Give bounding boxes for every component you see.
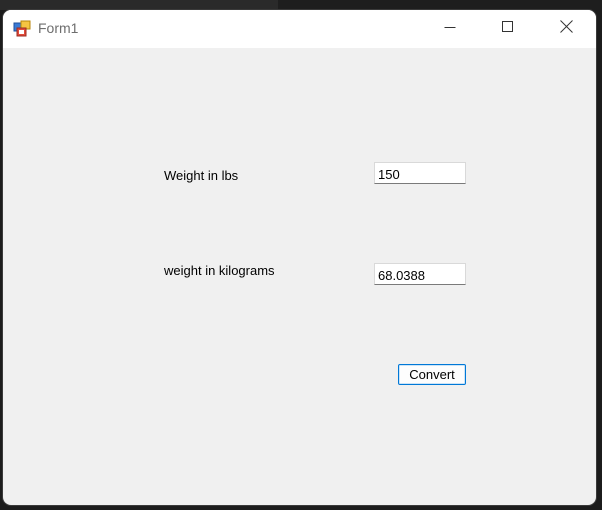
- weight-kg-output[interactable]: [374, 263, 466, 285]
- desktop-background-right: [278, 0, 602, 10]
- desktop-background: [0, 0, 278, 10]
- weight-kg-label: weight in kilograms: [164, 263, 275, 278]
- title-bar[interactable]: Form1: [3, 10, 596, 48]
- minimize-button[interactable]: [421, 10, 479, 48]
- weight-lbs-label: Weight in lbs: [164, 168, 239, 183]
- minimize-icon: [444, 20, 456, 38]
- close-icon: [559, 20, 573, 38]
- winforms-app-icon: [13, 20, 31, 38]
- convert-button[interactable]: Convert: [398, 364, 466, 385]
- weight-lbs-input[interactable]: [374, 162, 466, 184]
- close-button[interactable]: [537, 10, 595, 48]
- window-title: Form1: [38, 20, 79, 36]
- maximize-button[interactable]: [479, 10, 537, 48]
- form-window: Form1 Weight in lbs 150 weight in kilogr…: [3, 10, 596, 505]
- maximize-icon: [502, 20, 514, 38]
